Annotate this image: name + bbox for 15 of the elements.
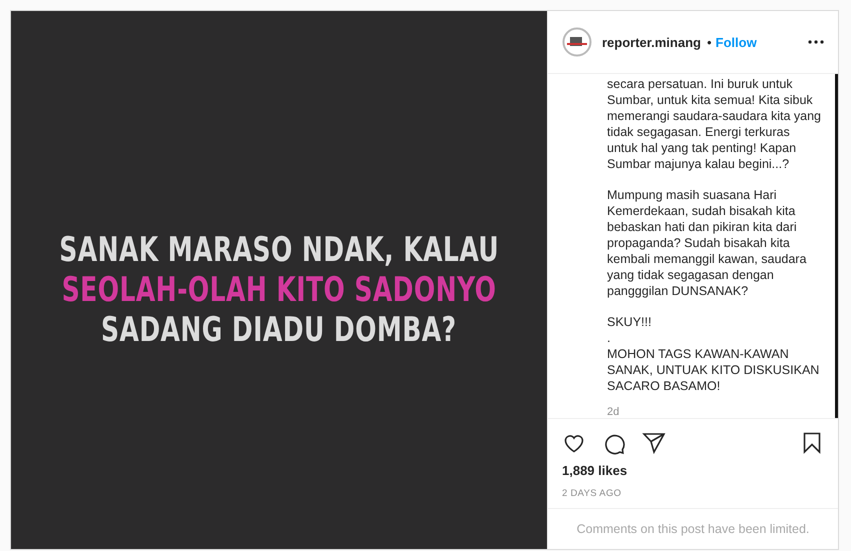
caption-paragraph: Mumpung masih suasana Hari Kemerdekaan, sudah bisakah kita bebaskan hati dan pikiran kita dari propaganda? Sudah bisakah kita kembali memanggil kawan, saudara yang tidak segagasan dengan pangggilan DUNSANAK? (607, 187, 808, 299)
more-options-icon[interactable] (808, 40, 824, 44)
image-caption-line: SEOLAH-OLAH KITO SADONYO (62, 270, 496, 310)
separator-dot: • (706, 34, 712, 50)
share-icon[interactable] (642, 431, 666, 455)
image-caption-line: SANAK MARASO NDAK, KALAU (59, 230, 499, 270)
comments-limited-notice: Comments on this post have been limited. (576, 521, 810, 538)
likes-count[interactable]: 1,889 likes (548, 459, 838, 478)
image-caption-line: SADANG DIADU DOMBA? (101, 310, 457, 350)
post-age: 2d (607, 405, 620, 418)
username[interactable]: reporter.minang (602, 34, 701, 50)
caption-paragraph: secara persatuan. Ini buruk untuk Sumbar, untuk kita semua! Kita sibuk memerangi saudara-saudara kita yang tidak segagasan. Energi terkuras untuk hal yang tak penting! Kapan Sumbar majunya kalau begini...? (607, 76, 819, 172)
post-date: 2 DAYS AGO (548, 478, 838, 509)
avatar-icon[interactable] (562, 27, 592, 57)
caption-paragraph: SKUY!!! . MOHON TAGS KAWAN-KAWAN SANAK, UNTUAK KITO DISKUSIKAN SACARO BASAMO! (607, 314, 819, 394)
